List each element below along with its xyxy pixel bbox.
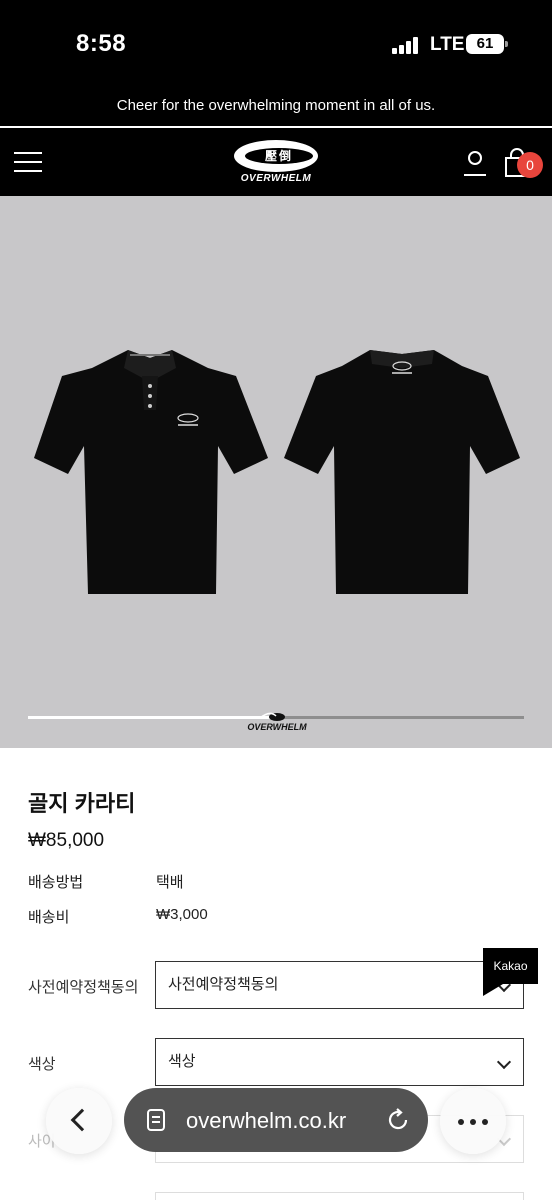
shipping-fee-label: 배송비 [28,909,70,926]
gallery-watermark: OVERWHELM [240,712,314,736]
product-gallery[interactable]: OVERWHELM [0,196,552,748]
color-select[interactable]: 색상 [155,1038,524,1086]
cart-count-badge: 0 [517,152,543,178]
address-bar[interactable]: overwhelm.co.kr [124,1088,428,1152]
cart-icon[interactable]: 0 [504,148,544,180]
slider-progress [28,716,276,719]
chevron-down-icon [496,1054,512,1070]
more-button[interactable] [440,1088,506,1154]
reload-icon[interactable] [386,1108,410,1132]
more-dot [470,1119,476,1125]
user-icon[interactable] [462,150,488,176]
battery-icon: 61 [466,34,508,54]
more-dot [458,1119,464,1125]
product-title: 골지 카라티 [28,791,136,816]
chevron-left-icon [70,1108,94,1132]
signal-icon [392,36,422,54]
status-time: 8:58 [76,30,127,57]
preorder-select[interactable]: 사전예약정책동의 [155,961,524,1009]
status-bar: 8:58 LTE 61 [0,0,552,88]
color-select-value: 색상 [168,1053,196,1070]
preorder-select-value: 사전예약정책동의 [168,976,279,993]
promo-banner: Cheer for the overwhelming moment in all… [0,88,552,126]
site-logo[interactable]: 壓倒 OVERWHELM [232,140,320,186]
logo-mark: 壓倒 [245,148,313,164]
url-text: overwhelm.co.kr [186,1108,347,1133]
kakao-chat-button[interactable]: Kakao [483,948,538,984]
extra-select[interactable] [155,1192,524,1200]
more-dot [482,1119,488,1125]
option-label-preorder: 사전예약정책동의 [28,979,139,996]
logo-text: OVERWHELM [240,173,312,184]
back-button[interactable] [46,1088,112,1154]
site-header: 壓倒 OVERWHELM 0 [0,128,552,196]
shirt-back-image [284,350,520,594]
logo-emblem: 壓倒 [234,140,318,172]
network-label: LTE [430,34,465,55]
shipping-fee-value: ₩3,000 [156,906,208,923]
product-price: ₩85,000 [28,830,105,851]
shirt-front-image [34,350,268,594]
page-icon [147,1109,165,1131]
kakao-tail [483,984,503,996]
option-label-color: 색상 [28,1056,56,1073]
menu-icon[interactable] [14,152,42,172]
shipping-method-label: 배송방법 [28,874,84,891]
watermark-text: OVERWHELM [247,722,307,732]
shipping-method-value: 택배 [156,874,184,891]
